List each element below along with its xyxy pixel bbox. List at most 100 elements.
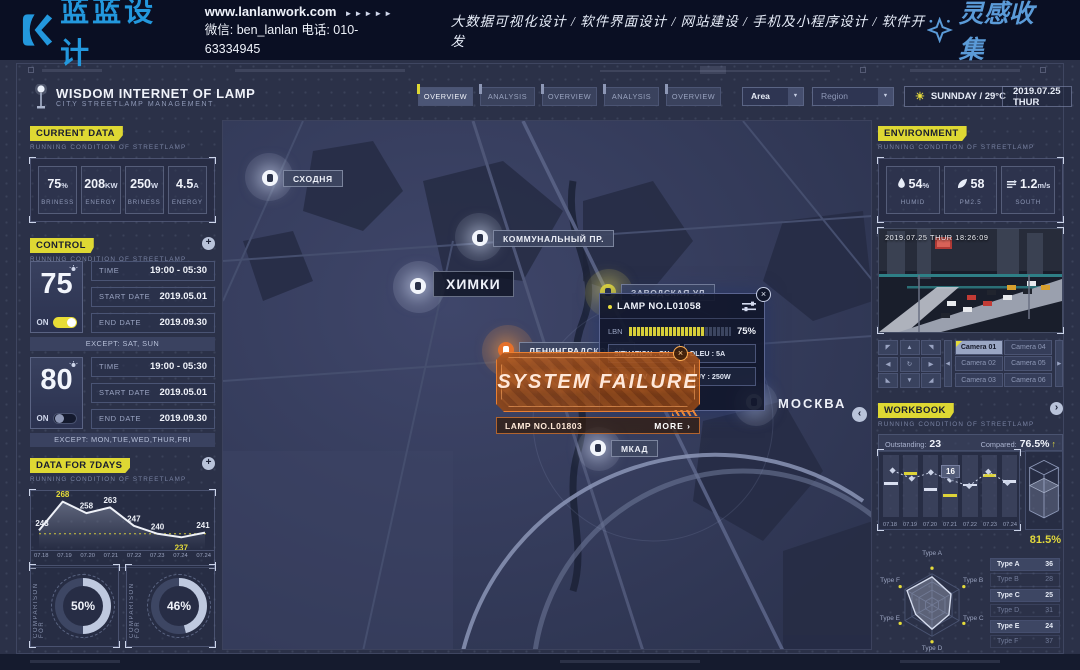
- control-add-button[interactable]: +: [202, 237, 215, 250]
- map-label-moskva[interactable]: МОСКВА: [769, 393, 855, 413]
- city-map[interactable]: СХОДНЯ КОММУНАЛЬНЫЙ ПР. ХИМКИ ЗАВОДСКАЯ …: [222, 120, 872, 650]
- chevron-down-icon: ▼: [788, 88, 803, 105]
- svg-text:258: 258: [80, 502, 94, 511]
- lamp-icon: [69, 361, 78, 370]
- dimmer-level: 75: [31, 270, 82, 299]
- camera-02-button[interactable]: Camera 02: [955, 356, 1003, 371]
- schedule-1-toggle[interactable]: [53, 317, 77, 328]
- week-area: [39, 502, 205, 549]
- map-label-khimki[interactable]: ХИМКИ: [433, 271, 514, 297]
- logo-text: 蓝蓝设计: [60, 0, 185, 72]
- capacity-cube: [1025, 450, 1063, 530]
- camera-05-button[interactable]: Camera 05: [1004, 356, 1052, 371]
- region-select[interactable]: Region▼: [812, 87, 894, 106]
- workbook-expand-button[interactable]: ›: [1050, 402, 1063, 415]
- chevron-right-icon: ›: [687, 421, 691, 431]
- dpad-down-left-icon[interactable]: ◣: [878, 373, 898, 388]
- svg-text:243: 243: [35, 519, 49, 528]
- map-pin-mkad[interactable]: [587, 437, 609, 459]
- workbook-bar-chart: 16 07.1807.19 07.2007.21 07.2207.23 07.2…: [878, 450, 1020, 530]
- tab-overview-3[interactable]: OVERVIEW: [666, 87, 721, 106]
- camera-timestamp: 2019.07.25 THUR 18:26:09: [885, 233, 989, 242]
- dpad-up-left-icon[interactable]: ◤: [878, 340, 898, 355]
- panel-control: CONTROL RUNNING CONDITION OF STREETLAMP …: [30, 235, 215, 447]
- dpad-right-icon[interactable]: ▶: [921, 357, 941, 372]
- lanlan-logo-icon: [20, 11, 53, 49]
- environment-badge: ENVIRONMENT: [878, 126, 967, 141]
- dpad-down-right-icon[interactable]: ◢: [921, 373, 941, 388]
- week-chart-add-button[interactable]: +: [202, 457, 215, 470]
- alert-lamp-id: LAMP NO.L01803: [505, 421, 582, 431]
- camera-feed[interactable]: 2019.07.25 THUR 18:26:09: [878, 228, 1063, 333]
- control-badge: CONTROL: [30, 238, 94, 253]
- page-title: WISDOM INTERNET OF LAMP: [56, 86, 255, 101]
- tab-analysis-2[interactable]: ANALYSIS: [604, 87, 659, 106]
- system-failure-alert: SYSTEM FAILURE × LAMP NO.L01803 MORE ›: [496, 352, 700, 438]
- start-date-row[interactable]: START DATE2019.05.01: [91, 287, 215, 307]
- start-date-row[interactable]: START DATE2019.05.01: [91, 383, 215, 403]
- time-row[interactable]: TIME19:00 - 05:30: [91, 357, 215, 377]
- area-select[interactable]: Area▼: [742, 87, 804, 106]
- camera-03-button[interactable]: Camera 03: [955, 373, 1003, 388]
- dpad-down-icon[interactable]: ▼: [900, 373, 920, 388]
- map-pin-kommunalny[interactable]: [469, 227, 491, 249]
- camera-list: Camera 01 Camera 04 Camera 02 Camera 05 …: [955, 340, 1053, 388]
- current-data-badge: CURRENT DATA: [30, 126, 123, 141]
- alert-close-icon[interactable]: ×: [673, 346, 688, 361]
- sliders-icon[interactable]: [742, 301, 756, 312]
- website-url[interactable]: www.lanlanwork.com: [205, 4, 337, 19]
- alert-hatch-decor: [672, 410, 698, 416]
- camera-prev-button[interactable]: ◀: [944, 340, 952, 387]
- time-row[interactable]: TIME19:00 - 05:30: [91, 261, 215, 281]
- dpad-up-icon[interactable]: ▲: [900, 340, 920, 355]
- dimmer-level-box: 75 ON: [30, 261, 83, 333]
- alert-more-button[interactable]: MORE ›: [654, 421, 691, 431]
- tab-overview-1[interactable]: OVERVIEW: [418, 87, 473, 106]
- logo[interactable]: 蓝蓝设计: [20, 0, 185, 72]
- services-line: 大数据可视化设计 / 软件界面设计 / 网站建设 / 手机及小程序设计 / 软件…: [451, 10, 928, 50]
- map-label-skhodnya[interactable]: СХОДНЯ: [283, 170, 343, 187]
- legend-type-f[interactable]: Type F37: [990, 635, 1060, 648]
- legend-type-d[interactable]: Type D31: [990, 604, 1060, 617]
- map-pin-skhodnya[interactable]: [259, 167, 281, 189]
- lbn-progress-bar[interactable]: [629, 327, 731, 336]
- camera-dpad: ◤ ▲ ◥ ◀ ↻ ▶ ◣ ▼ ◢: [878, 340, 941, 388]
- map-label-mkad[interactable]: МКАД: [611, 440, 658, 457]
- schedule-1: 75 ON TIME19:00 - 05:30 START DATE2019.0…: [30, 261, 215, 333]
- end-date-row[interactable]: END DATE2019.09.30: [91, 313, 215, 333]
- week-chart-badge: DATA FOR 7DAYS: [30, 458, 130, 473]
- map-label-kommunalny[interactable]: КОММУНАЛЬНЫЙ ПР.: [493, 230, 614, 247]
- streetlamp-icon: [32, 84, 50, 110]
- lbn-label: LBN: [608, 327, 623, 336]
- legend-type-b[interactable]: Type B28: [990, 573, 1060, 586]
- popup-lamp-id: LAMP NO.L01058: [617, 301, 737, 312]
- end-date-row[interactable]: END DATE2019.09.30: [91, 409, 215, 429]
- gauge-comparison-1: COMPARISON FOR 50%: [30, 565, 119, 647]
- tab-analysis-1[interactable]: ANALYSIS: [480, 87, 535, 106]
- camera-01-button[interactable]: Camera 01: [955, 340, 1003, 355]
- dpad-up-right-icon[interactable]: ◥: [921, 340, 941, 355]
- svg-text:241: 241: [196, 521, 210, 530]
- compared-value: 76.5%: [1020, 438, 1050, 450]
- dpad-left-icon[interactable]: ◀: [878, 357, 898, 372]
- donut-gauge: 46%: [151, 578, 207, 634]
- legend-type-c[interactable]: Type C25: [990, 589, 1060, 602]
- camera-next-button[interactable]: ▶: [1055, 340, 1063, 387]
- date-box: 2019.07.25 THUR: [1002, 86, 1072, 107]
- schedule-2-toggle[interactable]: [53, 413, 77, 424]
- svg-text:237: 237: [175, 543, 189, 550]
- panel-environment: ENVIRONMENT RUNNING CONDITION OF STREETL…: [878, 123, 1063, 222]
- map-pin-khimki[interactable]: [407, 275, 429, 297]
- panel-week-chart: DATA FOR 7DAYS RUNNING CONDITION OF STRE…: [30, 455, 215, 568]
- lamp-icon: [69, 265, 78, 274]
- dpad-reset-icon[interactable]: ↻: [900, 357, 920, 372]
- popup-close-icon[interactable]: ×: [756, 287, 771, 302]
- capacity-percent: 81.5%: [1030, 534, 1061, 546]
- tab-overview-2[interactable]: OVERVIEW: [542, 87, 597, 106]
- legend-type-e[interactable]: Type E24: [990, 620, 1060, 633]
- camera-04-button[interactable]: Camera 04: [1004, 340, 1052, 355]
- lbn-value: 75%: [737, 326, 756, 337]
- map-collapse-button[interactable]: ‹: [852, 407, 867, 422]
- camera-06-button[interactable]: Camera 06: [1004, 373, 1052, 388]
- legend-type-a[interactable]: Type A36: [990, 558, 1060, 571]
